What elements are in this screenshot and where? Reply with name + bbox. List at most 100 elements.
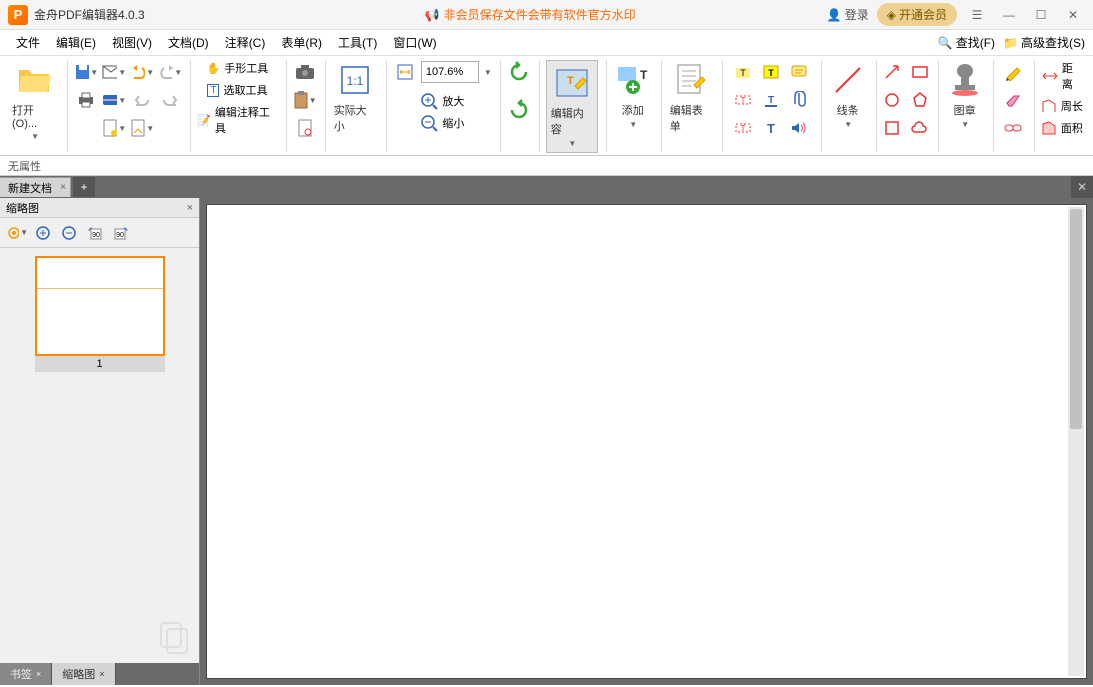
thumb-zoom-out-button[interactable] [58, 222, 80, 244]
cloud-tool[interactable] [908, 116, 932, 140]
lines-button[interactable]: 线条 ▼ [828, 60, 868, 131]
text-highlight-button[interactable]: T [731, 60, 755, 84]
app-logo: P [8, 5, 28, 25]
actual-size-button[interactable]: 1:1 实际大小 [332, 60, 378, 136]
print-button[interactable] [74, 88, 98, 112]
thumb-rotate-right-button[interactable]: 90 [110, 222, 132, 244]
thumb-settings-button[interactable]: ▼ [6, 222, 28, 244]
area-tool[interactable]: 面积 [1041, 120, 1083, 136]
area-label: 面积 [1061, 120, 1083, 136]
eraser-tool[interactable] [1001, 88, 1025, 112]
polygon-tool[interactable] [908, 88, 932, 112]
thumb-zoom-in-button[interactable] [32, 222, 54, 244]
new-doc-button[interactable]: ▼ [102, 116, 126, 140]
menu-document[interactable]: 文档(D) [160, 31, 217, 54]
perimeter-tool[interactable]: 周长 [1041, 98, 1083, 114]
strikethrough-button[interactable]: T [731, 88, 755, 112]
thumb-rotate-left-button[interactable]: 90 [84, 222, 106, 244]
page-thumbnail[interactable]: 1 [35, 256, 165, 372]
rotate-ccw-button[interactable] [507, 60, 531, 84]
page-canvas[interactable] [211, 209, 1066, 674]
menu-file[interactable]: 文件 [8, 31, 48, 54]
add-tab-button[interactable]: + [73, 177, 95, 197]
tab-close-icon[interactable]: × [99, 669, 104, 679]
vip-button[interactable]: ◈ 开通会员 [877, 3, 957, 26]
redo2-button[interactable] [158, 88, 182, 112]
perimeter-icon [1041, 98, 1057, 114]
distance-tool[interactable]: 距离 [1041, 60, 1083, 92]
tab-close-icon[interactable]: × [36, 669, 41, 679]
menu-annotate[interactable]: 注释(C) [217, 31, 274, 54]
link-tool[interactable] [1001, 116, 1025, 140]
zoom-input[interactable] [421, 61, 479, 83]
open-button[interactable]: 打开(O)... ▼ [10, 60, 59, 143]
maximize-button[interactable]: ☐ [1029, 3, 1053, 27]
add-button[interactable]: T 添加 ▼ [613, 60, 653, 131]
menu-window[interactable]: 窗口(W) [385, 31, 444, 54]
tab-close-icon[interactable]: × [60, 182, 66, 193]
edit-form-label: 编辑表单 [670, 102, 712, 134]
stamp-button[interactable]: 图章 ▼ [945, 60, 985, 131]
bookmarks-label: 书签 [10, 666, 32, 682]
sound-button[interactable] [787, 116, 811, 140]
thumbnails-tab[interactable]: 缩略图 × [52, 663, 115, 685]
zoom-in-button[interactable]: 放大 [420, 92, 464, 110]
find-button[interactable]: 🔍 查找(F) [938, 34, 995, 51]
scrollbar-thumb[interactable] [1070, 209, 1082, 429]
menu-form[interactable]: 表单(R) [273, 31, 330, 54]
zoom-dropdown-icon[interactable]: ▼ [484, 68, 492, 77]
edit-content-button[interactable]: T 编辑内容 ▼ [546, 60, 598, 153]
clipboard-button[interactable]: ▼ [293, 88, 317, 112]
undo-button[interactable]: ▼ [130, 60, 154, 84]
advanced-find-button[interactable]: 📁 高级查找(S) [1003, 34, 1085, 51]
sidebar-close-icon[interactable]: × [187, 202, 193, 214]
menu-button[interactable]: ☰ [965, 3, 989, 27]
thumbnails-label: 缩略图 [62, 666, 95, 682]
vertical-scrollbar[interactable] [1068, 207, 1084, 676]
undo2-button[interactable] [130, 88, 154, 112]
note-button[interactable] [787, 60, 811, 84]
hand-tool[interactable]: ✋ 手形工具 [207, 60, 269, 76]
zoom-in-icon [420, 92, 438, 110]
text-insert-button[interactable]: T [731, 116, 755, 140]
svg-text:90: 90 [92, 232, 100, 239]
pencil-tool[interactable] [1001, 60, 1025, 84]
select-tool[interactable]: T 选取工具 [207, 82, 267, 98]
title-bar: P 金舟PDF编辑器4.0.3 📢 非会员保存文件会带有软件官方水印 👤 登录 … [0, 0, 1093, 30]
dropdown-icon: ▼ [844, 120, 852, 129]
login-label: 登录 [845, 6, 869, 23]
square-tool[interactable] [880, 116, 904, 140]
close-all-tabs-button[interactable]: ✕ [1071, 176, 1093, 198]
document-viewport[interactable] [206, 204, 1087, 679]
minimize-button[interactable]: — [997, 3, 1021, 27]
bookmarks-tab[interactable]: 书签 × [0, 663, 52, 685]
login-button[interactable]: 👤 登录 [827, 6, 869, 23]
mail-button[interactable]: ▼ [102, 60, 126, 84]
redo-button[interactable]: ▼ [158, 60, 182, 84]
menu-view[interactable]: 视图(V) [104, 31, 160, 54]
camera-button[interactable] [293, 60, 317, 84]
edit-form-button[interactable]: 编辑表单 [668, 60, 714, 136]
arrow-tool[interactable] [880, 60, 904, 84]
dropdown-icon: ▼ [568, 139, 576, 148]
save-button[interactable]: ▼ [74, 60, 98, 84]
underline-button[interactable]: T [759, 88, 783, 112]
fit-width-button[interactable] [393, 60, 417, 84]
rect-tool[interactable] [908, 60, 932, 84]
scan-button[interactable]: ▼ [102, 88, 126, 112]
rotate-cw-button[interactable] [507, 98, 531, 122]
attachment-button[interactable] [787, 88, 811, 112]
menu-tool[interactable]: 工具(T) [330, 31, 385, 54]
menu-edit[interactable]: 编辑(E) [48, 31, 104, 54]
document-tab[interactable]: 新建文档 × [0, 177, 71, 197]
close-button[interactable]: ✕ [1061, 3, 1085, 27]
perimeter-label: 周长 [1061, 98, 1083, 114]
edit-annotation-tool[interactable]: 📝 编辑注释工具 [197, 104, 278, 136]
text-box-button[interactable]: T [759, 60, 783, 84]
circle-tool[interactable] [880, 88, 904, 112]
zoom-out-button[interactable]: 缩小 [420, 114, 464, 132]
text-blue-button[interactable]: T [759, 116, 783, 140]
find-in-doc-button[interactable] [293, 116, 317, 140]
text-select-icon: T [207, 84, 219, 97]
new-page-button[interactable]: ▼ [130, 116, 154, 140]
